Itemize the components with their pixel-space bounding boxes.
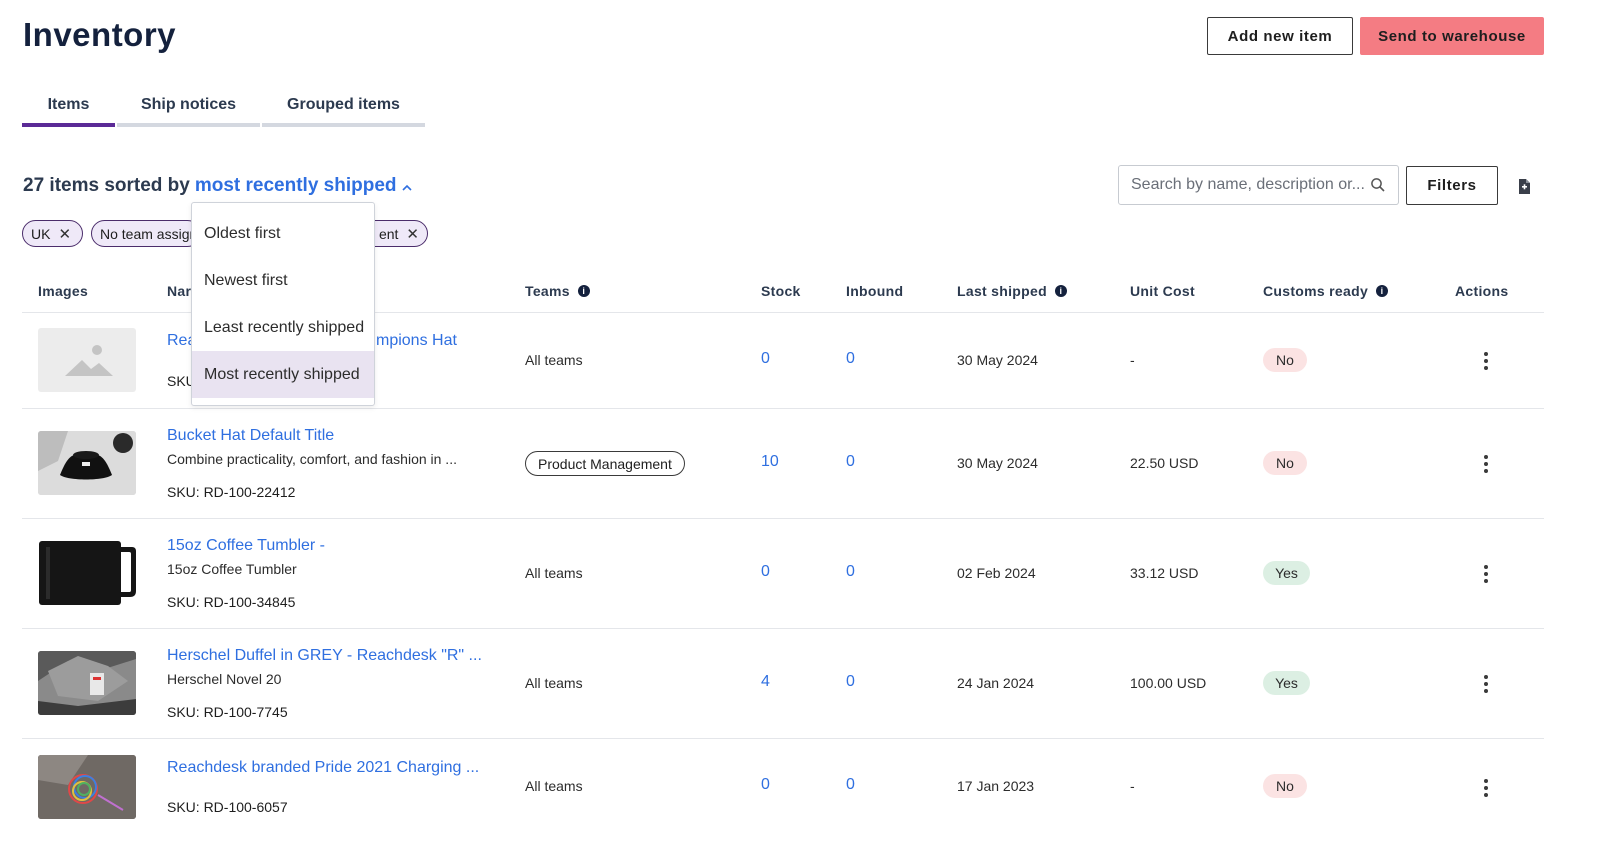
customs-status-badge: No [1263, 348, 1307, 372]
item-last-shipped: 02 Feb 2024 [957, 565, 1036, 581]
col-inbound[interactable]: Inbound [846, 283, 903, 299]
filter-chip-no-team[interactable]: No team assigned [91, 220, 201, 247]
customs-status-badge: No [1263, 774, 1307, 798]
sort-option-newest-first[interactable]: Newest first [192, 257, 374, 304]
item-name-link[interactable]: Herschel Duffel in GREY - Reachdesk "R" … [167, 647, 482, 665]
table-row: Bucket Hat Default Title Combine practic… [0, 409, 1609, 518]
sort-option-most-recently-shipped[interactable]: Most recently shipped [192, 351, 374, 398]
item-unit-cost: - [1130, 352, 1135, 368]
sort-toggle[interactable]: most recently shipped [195, 175, 397, 197]
info-icon[interactable]: i [1054, 285, 1067, 297]
customs-status-badge: Yes [1263, 561, 1310, 585]
more-actions-icon[interactable] [1480, 352, 1492, 370]
item-unit-cost: - [1130, 778, 1135, 794]
charging-cable-image[interactable] [38, 755, 136, 819]
tab-items[interactable]: Items [22, 92, 115, 127]
item-name-link[interactable]: 15oz Coffee Tumbler - [167, 537, 325, 555]
item-teams: All teams [525, 778, 583, 794]
item-inbound[interactable]: 0 [846, 453, 855, 471]
tab-grouped-items[interactable]: Grouped items [262, 92, 425, 127]
more-actions-icon[interactable] [1480, 565, 1492, 583]
tumbler-image[interactable] [38, 541, 136, 605]
send-to-warehouse-button[interactable]: Send to warehouse [1360, 17, 1544, 55]
items-count-label: 27 items sorted by [23, 175, 190, 196]
search-input[interactable] [1131, 176, 1371, 194]
col-name[interactable]: Nar [167, 283, 191, 299]
item-description: 15oz Coffee Tumbler [167, 561, 297, 577]
col-teams: Teams i [525, 283, 590, 299]
item-last-shipped: 24 Jan 2024 [957, 675, 1035, 691]
col-stock[interactable]: Stock [761, 283, 801, 299]
item-name-link[interactable]: Bucket Hat Default Title [167, 427, 334, 445]
customs-status-badge: Yes [1263, 671, 1310, 695]
item-inbound[interactable]: 0 [846, 673, 855, 691]
col-customs-ready: Customs ready i [1263, 283, 1389, 299]
col-unit-cost[interactable]: Unit Cost [1130, 283, 1195, 299]
item-stock[interactable]: 4 [761, 673, 770, 691]
item-sku: SKU: RD-100-34845 [167, 594, 296, 610]
chevron-up-icon[interactable] [401, 179, 412, 194]
team-badge: Product Management [525, 451, 685, 476]
item-name-link[interactable]: Reachdesk branded Pride 2021 Charging ..… [167, 759, 479, 777]
col-last-shipped: Last shipped i [957, 283, 1067, 299]
sort-dropdown-menu: Oldest first Newest first Least recently… [191, 202, 375, 406]
search-icon [1370, 177, 1386, 198]
export-document-icon[interactable] [1516, 178, 1532, 200]
tab-bar: Items Ship notices Grouped items [22, 92, 427, 127]
item-last-shipped: 30 May 2024 [957, 352, 1038, 368]
item-stock[interactable]: 0 [761, 563, 770, 581]
item-description: Combine practicality, comfort, and fashi… [167, 451, 457, 467]
page-title: Inventory [23, 16, 177, 53]
close-icon[interactable]: ✕ [406, 225, 419, 243]
table-row: 15oz Coffee Tumbler - 15oz Coffee Tumble… [0, 519, 1609, 628]
item-teams: All teams [525, 352, 583, 368]
item-inbound[interactable]: 0 [846, 563, 855, 581]
item-inbound[interactable]: 0 [846, 776, 855, 794]
col-images: Images [38, 283, 89, 299]
placeholder-image-icon[interactable] [38, 328, 136, 392]
bucket-hat-image[interactable] [38, 431, 136, 495]
filters-button[interactable]: Filters [1406, 166, 1498, 205]
table-row: Reachdesk branded Pride 2021 Charging ..… [0, 739, 1609, 848]
item-sku: SKU: RD-100-6057 [167, 799, 288, 815]
filter-chip-uk[interactable]: UK ✕ [22, 220, 83, 247]
item-stock[interactable]: 10 [761, 453, 779, 471]
more-actions-icon[interactable] [1480, 779, 1492, 797]
item-unit-cost: 100.00 USD [1130, 675, 1207, 691]
items-summary: 27 items sorted by most recently shipped [23, 175, 412, 197]
item-description: Herschel Novel 20 [167, 671, 282, 687]
item-sku: SKU: RD-100-22412 [167, 484, 296, 500]
sort-option-oldest-first[interactable]: Oldest first [192, 210, 374, 257]
item-unit-cost: 22.50 USD [1130, 455, 1199, 471]
customs-status-badge: No [1263, 451, 1307, 475]
sort-option-least-recently-shipped[interactable]: Least recently shipped [192, 304, 374, 351]
more-actions-icon[interactable] [1480, 455, 1492, 473]
table-row: Herschel Duffel in GREY - Reachdesk "R" … [0, 629, 1609, 738]
info-icon[interactable]: i [1376, 285, 1389, 297]
more-actions-icon[interactable] [1480, 675, 1492, 693]
search-box[interactable] [1118, 165, 1399, 205]
info-icon[interactable]: i [577, 285, 590, 297]
close-icon[interactable]: ✕ [58, 225, 71, 243]
item-name-link-tail[interactable]: mpions Hat [376, 332, 457, 350]
item-last-shipped: 30 May 2024 [957, 455, 1038, 471]
item-teams: All teams [525, 565, 583, 581]
item-inbound[interactable]: 0 [846, 350, 855, 368]
item-unit-cost: 33.12 USD [1130, 565, 1199, 581]
tab-ship-notices[interactable]: Ship notices [117, 92, 260, 127]
item-stock[interactable]: 0 [761, 776, 770, 794]
item-teams: All teams [525, 675, 583, 691]
add-new-item-button[interactable]: Add new item [1207, 17, 1353, 55]
col-actions: Actions [1455, 283, 1509, 299]
duffel-image[interactable] [38, 651, 136, 715]
item-sku: SKU: RD-100-7745 [167, 704, 288, 720]
item-stock[interactable]: 0 [761, 350, 770, 368]
item-last-shipped: 17 Jan 2023 [957, 778, 1035, 794]
